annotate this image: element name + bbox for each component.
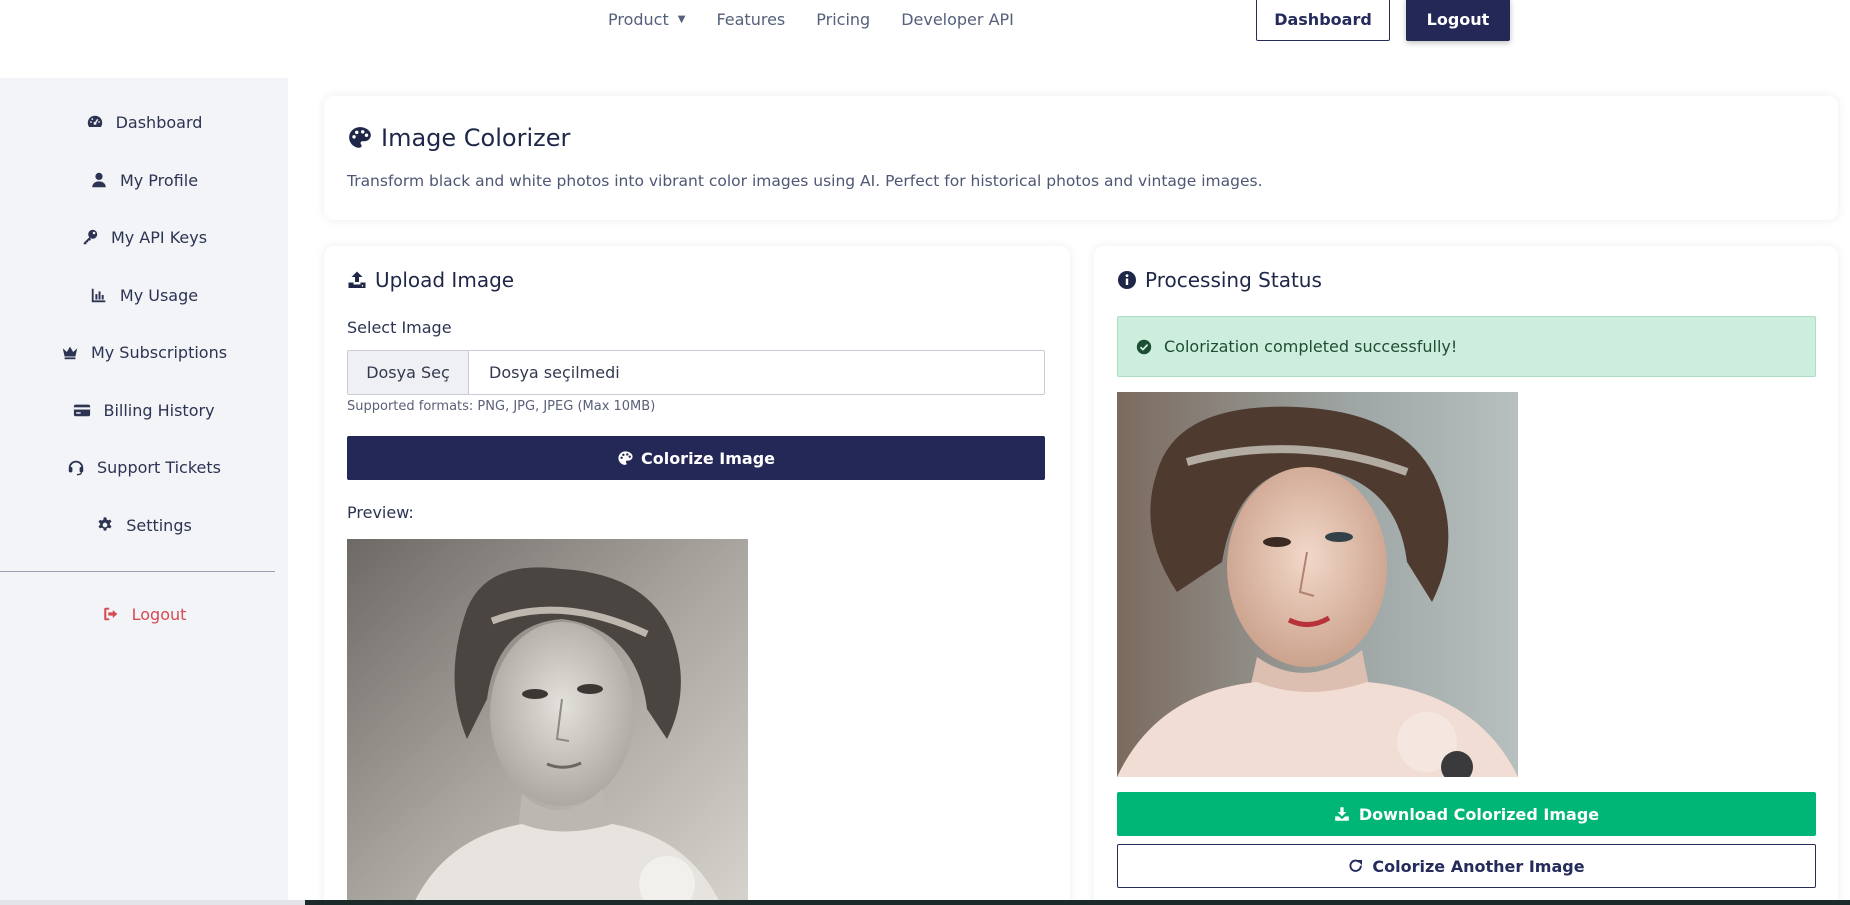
nav-product-dropdown[interactable]: Product ▼ <box>608 9 685 31</box>
top-navbar: Product ▼ Features Pricing Developer API… <box>0 0 1850 78</box>
credit-card-icon <box>73 401 91 419</box>
sidebar-item-my-profile[interactable]: My Profile <box>0 164 288 196</box>
caret-down-icon: ▼ <box>677 14 686 25</box>
upload-icon <box>348 271 366 288</box>
choose-file-button[interactable]: Dosya Seç <box>348 351 469 394</box>
chart-icon <box>90 286 108 304</box>
info-circle-icon <box>1118 271 1136 289</box>
sidebar-item-settings[interactable]: Settings <box>0 509 288 541</box>
sidebar-item-label: Dashboard <box>115 112 203 132</box>
nav-links: Product ▼ Features Pricing Developer API <box>608 9 1045 31</box>
headset-icon <box>67 458 85 476</box>
upload-card-title: Upload Image <box>347 268 514 292</box>
file-status-text: Dosya seçilmedi <box>489 363 620 382</box>
gear-icon <box>96 516 114 534</box>
success-message: Colorization completed successfully! <box>1164 337 1458 356</box>
page-title: Image Colorizer <box>347 124 570 152</box>
palette-icon <box>618 450 633 465</box>
processing-status-card: Processing Status Colorization completed… <box>1094 246 1838 905</box>
sidebar-item-my-usage[interactable]: My Usage <box>0 279 288 311</box>
supported-formats-text: Supported formats: PNG, JPG, JPEG (Max 1… <box>347 399 656 414</box>
check-circle-icon <box>1136 339 1152 354</box>
sidebar-item-label: My API Keys <box>110 227 208 247</box>
sidebar: Dashboard My Profile My API Keys My Usag… <box>0 78 288 905</box>
sidebar-item-my-subscriptions[interactable]: My Subscriptions <box>0 336 288 368</box>
nav-pricing-link[interactable]: Pricing <box>816 9 870 31</box>
colorize-image-button[interactable]: Colorize Image <box>347 436 1045 480</box>
gauge-icon <box>86 113 104 131</box>
sidebar-item-support-tickets[interactable]: Support Tickets <box>0 451 288 483</box>
sidebar-divider <box>0 571 275 572</box>
bottom-strip-left <box>0 900 305 905</box>
file-input[interactable]: Dosya Seç Dosya seçilmedi <box>347 350 1045 395</box>
colorize-another-button[interactable]: Colorize Another Image <box>1117 844 1816 888</box>
page-title-text: Image Colorizer <box>381 124 571 152</box>
preview-image <box>347 539 748 905</box>
success-alert: Colorization completed successfully! <box>1117 316 1816 377</box>
sidebar-item-dashboard[interactable]: Dashboard <box>0 106 288 138</box>
crown-icon <box>61 343 79 361</box>
preview-label: Preview: <box>347 503 414 522</box>
bottom-strip <box>305 900 1850 905</box>
upload-card-title-text: Upload Image <box>375 268 515 292</box>
page-description: Transform black and white photos into vi… <box>347 172 1263 190</box>
colorize-another-label: Colorize Another Image <box>1372 856 1585 876</box>
nav-features-link[interactable]: Features <box>716 9 785 31</box>
sidebar-logout[interactable]: Logout <box>0 598 288 630</box>
sidebar-item-label: Support Tickets <box>96 457 221 477</box>
dashboard-button[interactable]: Dashboard <box>1256 0 1390 41</box>
nav-product-label: Product <box>608 10 669 29</box>
key-icon <box>81 228 99 246</box>
colorize-image-label: Colorize Image <box>640 448 776 468</box>
sidebar-item-label: My Usage <box>119 285 199 305</box>
user-icon <box>90 171 108 189</box>
sidebar-item-label: Billing History <box>103 400 215 420</box>
download-icon <box>1335 807 1349 821</box>
page-header-card: Image Colorizer Transform black and whit… <box>324 96 1838 220</box>
processing-card-title-text: Processing Status <box>1145 268 1322 292</box>
redo-icon <box>1349 859 1363 872</box>
nav-developer-api-link[interactable]: Developer API <box>901 9 1014 31</box>
sign-out-icon <box>102 605 120 623</box>
upload-card: Upload Image Select Image Dosya Seç Dosy… <box>324 246 1070 905</box>
logout-button[interactable]: Logout <box>1406 0 1510 41</box>
palette-icon <box>349 127 371 148</box>
select-image-label: Select Image <box>347 318 452 337</box>
sidebar-item-label: My Subscriptions <box>90 342 228 362</box>
download-colorized-button[interactable]: Download Colorized Image <box>1117 792 1816 836</box>
processing-card-title: Processing Status <box>1117 268 1322 292</box>
sidebar-item-my-api-keys[interactable]: My API Keys <box>0 221 288 253</box>
sidebar-item-billing-history[interactable]: Billing History <box>0 394 288 426</box>
sidebar-logout-label: Logout <box>131 604 187 624</box>
sidebar-item-label: Settings <box>126 515 192 535</box>
download-colorized-label: Download Colorized Image <box>1358 804 1600 824</box>
colorized-image <box>1117 392 1518 777</box>
sidebar-item-label: My Profile <box>119 170 199 190</box>
